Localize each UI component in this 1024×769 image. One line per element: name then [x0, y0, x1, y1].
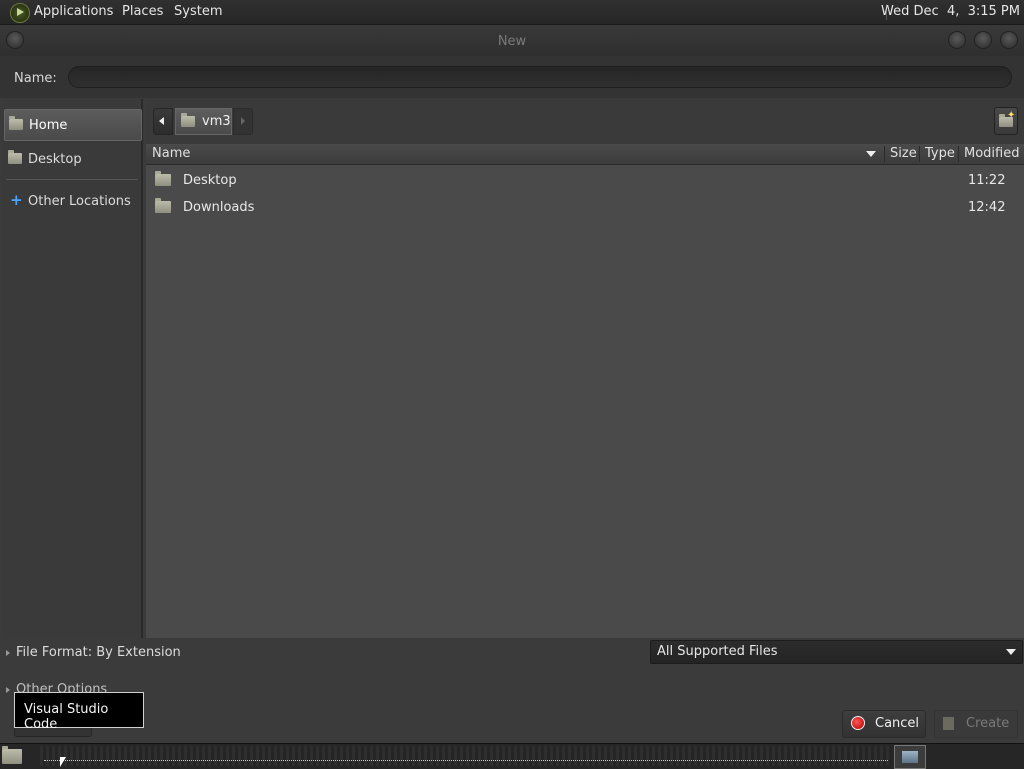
file-list-header: Name Size Type Modified [146, 144, 1024, 165]
name-row: Name: [0, 56, 1024, 98]
top-panel: Applications Places System Wed Dec 4, 3:… [0, 0, 1024, 25]
file-list[interactable]: Desktop 11:22 Downloads 12:42 [146, 165, 1024, 638]
sort-descending-icon[interactable] [866, 151, 876, 157]
file-modified: 12:42 [968, 200, 1006, 215]
menu-applications[interactable]: Applications [34, 4, 113, 19]
file-format-expander[interactable]: File Format: By Extension [6, 645, 181, 660]
file-filter-value: All Supported Files [657, 644, 778, 659]
cancel-button[interactable]: Cancel [842, 710, 926, 738]
cancel-icon [851, 716, 865, 730]
expander-arrow-icon [6, 686, 10, 693]
sidebar-item-home[interactable]: Home [4, 109, 142, 141]
places-sidebar: Home Desktop + Other Locations [2, 99, 143, 638]
sidebar-separator [6, 179, 138, 180]
menu-system[interactable]: System [174, 4, 222, 19]
create-button[interactable]: Create [934, 710, 1018, 738]
app-window-icon [902, 751, 918, 763]
file-name: Desktop [183, 173, 237, 188]
column-name[interactable]: Name [152, 146, 190, 161]
sidebar-item-desktop[interactable]: Desktop [4, 144, 140, 174]
column-separator [958, 146, 959, 162]
maximize-icon[interactable] [974, 31, 992, 49]
sidebar-item-label: Other Locations [28, 194, 131, 209]
list-item[interactable]: Downloads 12:42 [146, 193, 1024, 220]
mouse-cursor-icon [60, 757, 66, 767]
star-icon: ✦ [1007, 110, 1016, 121]
column-size[interactable]: Size [890, 146, 917, 161]
path-crumb-vm3[interactable]: vm3 [175, 108, 232, 135]
dialog-bottom-area: File Format: By Extension All Supported … [0, 639, 1024, 743]
new-folder-button[interactable]: ✦ [994, 107, 1018, 135]
create-label: Create [966, 716, 1010, 731]
sidebar-item-label: Desktop [28, 152, 82, 167]
sidebar-item-label: Home [29, 118, 68, 133]
list-item[interactable]: Desktop 11:22 [146, 166, 1024, 193]
tooltip-text: Visual Studio Code [24, 702, 109, 732]
file-name: Downloads [183, 200, 255, 215]
clock[interactable]: Wed Dec 4, 3:15 PM [881, 4, 1020, 19]
column-modified[interactable]: Modified [964, 146, 1019, 161]
document-icon [943, 717, 954, 730]
desktop-folder-icon [155, 171, 171, 186]
home-folder-icon [181, 113, 195, 127]
name-input[interactable] [68, 66, 1012, 88]
close-icon[interactable] [1000, 31, 1018, 49]
minimize-icon[interactable] [948, 31, 966, 49]
file-filter-combo[interactable]: All Supported Files [650, 640, 1023, 664]
folder-icon [155, 198, 171, 213]
play-icon [17, 8, 24, 16]
column-separator [919, 146, 920, 162]
path-back-button[interactable] [153, 108, 173, 135]
show-desktop-icon[interactable] [2, 746, 22, 764]
column-separator [884, 146, 885, 162]
name-label: Name: [14, 71, 57, 86]
dialog-title: New [497, 34, 527, 49]
workspace-switcher[interactable] [40, 746, 892, 766]
taskbar-app-button[interactable] [894, 745, 926, 769]
path-bar: vm3 ✦ [146, 99, 1024, 143]
chevron-down-icon [1006, 649, 1016, 655]
column-type[interactable]: Type [925, 146, 955, 161]
dialog-titlebar[interactable]: New [0, 25, 1024, 56]
bottom-taskbar [0, 743, 1024, 769]
file-format-label: File Format: By Extension [16, 645, 181, 660]
menu-places[interactable]: Places [122, 4, 163, 19]
tooltip: Visual Studio Code [14, 692, 144, 732]
path-crumb-label: vm3 [202, 114, 231, 129]
desktop-folder-icon [8, 150, 22, 164]
path-forward-button[interactable] [233, 108, 253, 135]
cancel-label: Cancel [875, 716, 920, 731]
file-modified: 11:22 [968, 173, 1006, 188]
expander-arrow-icon [6, 649, 10, 656]
plus-icon: + [10, 191, 23, 209]
sidebar-item-other-locations[interactable]: + Other Locations [4, 186, 140, 216]
home-folder-icon [9, 116, 23, 130]
